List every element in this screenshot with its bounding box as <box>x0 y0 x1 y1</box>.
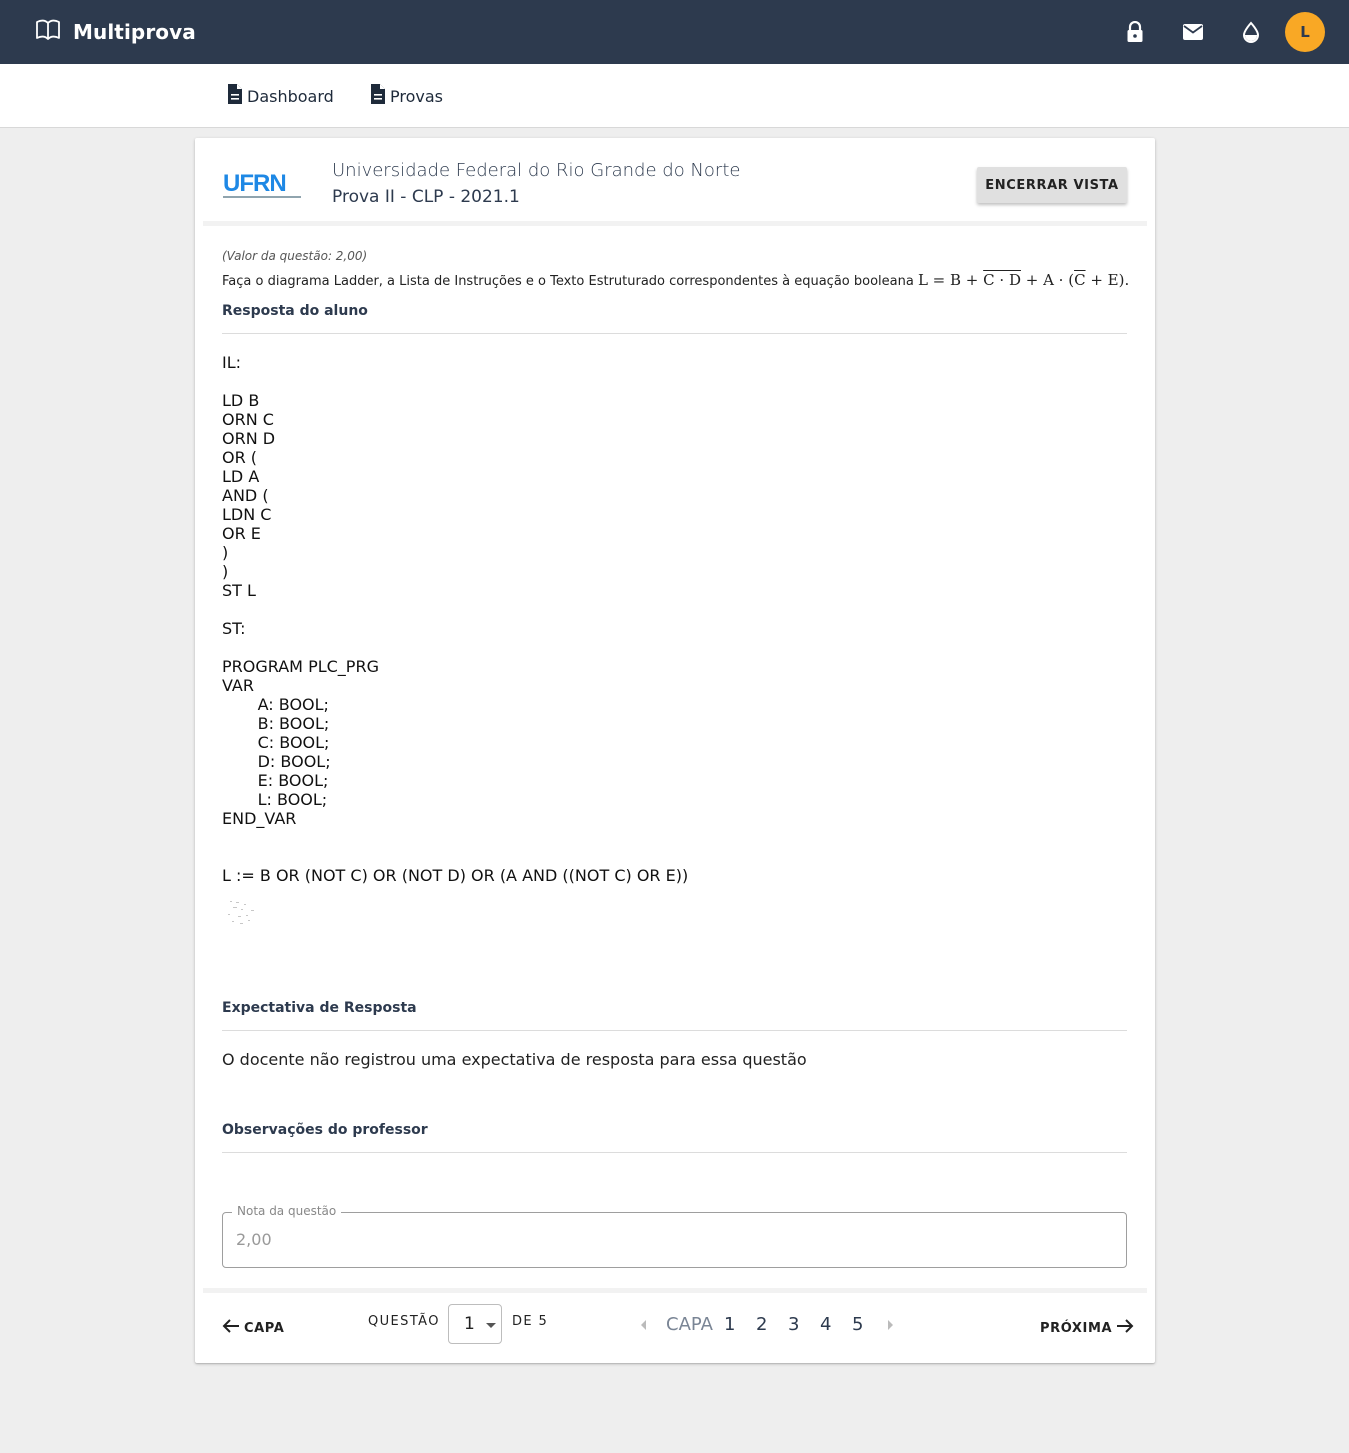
expectation-text: O docente não registrou uma expectativa … <box>222 1050 807 1069</box>
question-select[interactable]: 1 <box>448 1304 502 1344</box>
question-statement: Faça o diagrama Ladder, a Lista de Instr… <box>222 271 1129 289</box>
total-questions-label: DE 5 <box>512 1314 549 1329</box>
university-name: Universidade Federal do Rio Grande do No… <box>332 160 741 181</box>
observations-section-title: Observações do professor <box>222 1122 428 1138</box>
question-value: (Valor da questão: 2,00) <box>222 249 368 263</box>
pager-page-2[interactable]: 2 <box>756 1314 767 1335</box>
attached-image <box>228 901 254 924</box>
grade-field-value: 2,00 <box>236 1230 272 1249</box>
exam-card: UFRN Universidade Federal do Rio Grande … <box>195 138 1155 1363</box>
user-avatar[interactable]: L <box>1285 12 1325 52</box>
nav-provas-label: Provas <box>390 86 443 106</box>
theme-drop-icon[interactable] <box>1239 20 1263 44</box>
close-view-button[interactable]: ENCERRAR VISTA <box>977 167 1127 203</box>
app-title: Multiprova <box>73 20 196 44</box>
grade-field-label: Nota da questão <box>232 1204 342 1218</box>
divider <box>222 1152 1127 1153</box>
divider <box>222 1030 1127 1031</box>
pager-capa[interactable]: CAPA <box>666 1314 713 1335</box>
divider <box>222 333 1127 334</box>
pager-page-3[interactable]: 3 <box>788 1314 799 1335</box>
nav-dashboard-label: Dashboard <box>247 86 334 106</box>
document-icon <box>369 83 387 109</box>
logo-text: UFRN <box>223 170 286 197</box>
book-icon <box>35 19 61 46</box>
boolean-equation: L = B + C · D + A · (C + E). <box>917 271 1130 289</box>
student-answer: IL: LD B ORN C ORN D OR ( LD A AND ( LDN… <box>222 353 689 885</box>
pager-page-1[interactable]: 1 <box>724 1314 735 1335</box>
lock-icon[interactable] <box>1123 20 1147 44</box>
nav-provas[interactable]: Provas <box>369 83 443 109</box>
statement-text: Faça o diagrama Ladder, a Lista de Instr… <box>222 274 918 289</box>
app-bar: Multiprova L <box>0 0 1349 64</box>
back-to-cover-button[interactable]: CAPA <box>222 1316 284 1340</box>
caret-down-icon <box>486 1323 496 1328</box>
question-select-value: 1 <box>464 1314 475 1334</box>
question-navigation: CAPA QUESTÃO 1 DE 5 CAPA 1 2 3 4 5 PRÓXI… <box>195 1298 1155 1363</box>
ufrn-logo: UFRN <box>223 170 301 198</box>
expectation-section-title: Expectativa de Resposta <box>222 1000 417 1016</box>
next-question-button[interactable]: PRÓXIMA <box>1040 1316 1134 1340</box>
arrow-left-icon <box>222 1318 240 1338</box>
question-label: QUESTÃO <box>368 1314 440 1329</box>
nav-bar: Dashboard Provas <box>0 64 1349 128</box>
document-icon <box>226 83 244 109</box>
back-to-cover-label: CAPA <box>244 1320 285 1336</box>
arrow-right-icon <box>1116 1318 1134 1338</box>
mail-icon[interactable] <box>1181 20 1205 44</box>
brand[interactable]: Multiprova <box>35 0 196 64</box>
grade-field[interactable]: Nota da questão 2,00 <box>222 1204 1127 1268</box>
exam-name: Prova II - CLP - 2021.1 <box>332 187 520 207</box>
nav-dashboard[interactable]: Dashboard <box>226 83 334 109</box>
pager-prev-icon[interactable] <box>641 1320 646 1330</box>
divider <box>203 1288 1147 1293</box>
pager-page-5[interactable]: 5 <box>852 1314 863 1335</box>
next-question-label: PRÓXIMA <box>1040 1320 1113 1336</box>
pager-next-icon[interactable] <box>888 1320 893 1330</box>
pager-page-4[interactable]: 4 <box>820 1314 831 1335</box>
answer-section-title: Resposta do aluno <box>222 303 368 319</box>
card-header: UFRN Universidade Federal do Rio Grande … <box>203 138 1147 226</box>
